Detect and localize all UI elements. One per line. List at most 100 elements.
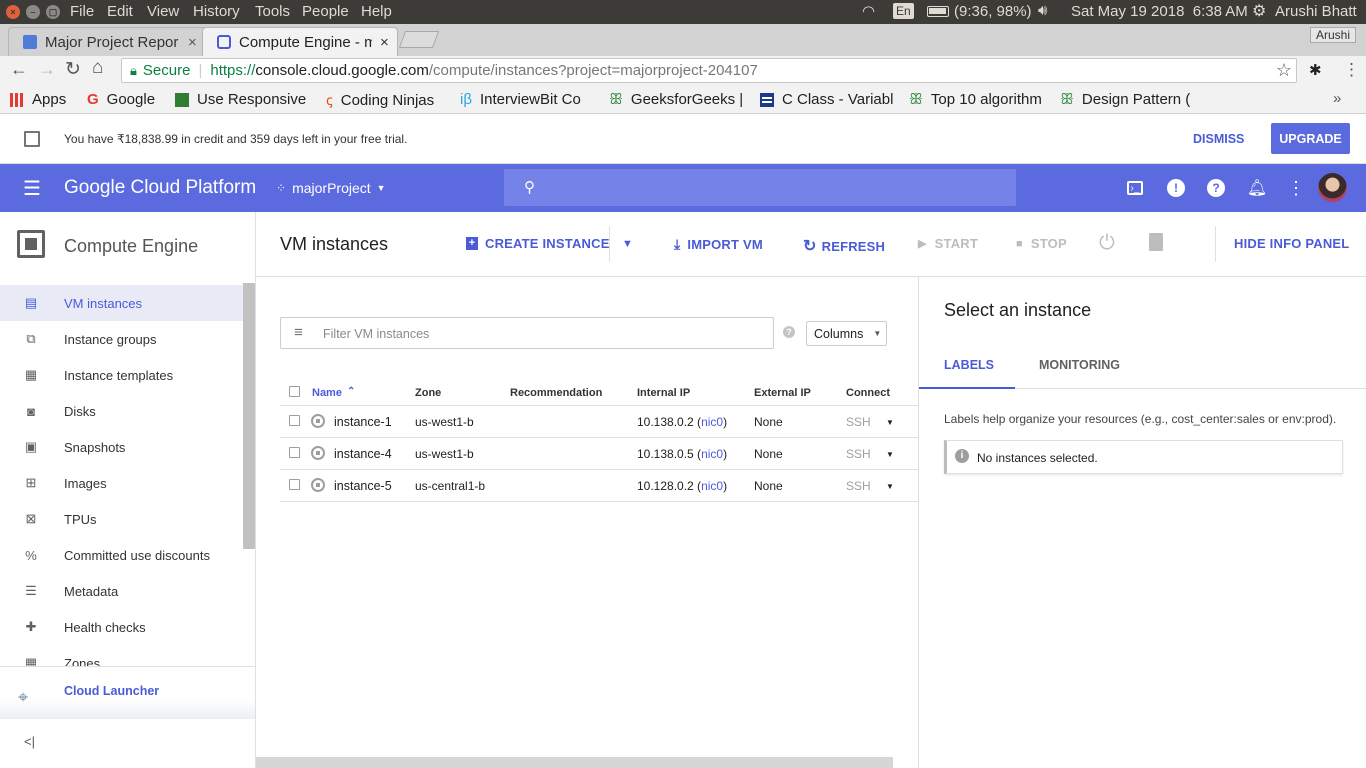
reset-power-icon[interactable]: ⏻ [1099, 232, 1115, 255]
instance-name[interactable]: instance-4 [334, 447, 392, 461]
tab-close-icon[interactable]: × [188, 34, 197, 51]
sidebar-item-committed-use-discounts[interactable]: % Committed use discounts [0, 537, 243, 573]
column-connect[interactable]: Connect [846, 387, 890, 399]
gcp-brand[interactable]: Google Cloud Platform [64, 177, 256, 199]
profile-button[interactable]: Arushi [1310, 27, 1357, 43]
upgrade-button[interactable]: UPGRADE [1271, 123, 1350, 154]
sidebar-item-vm-instances[interactable]: ▤ VM instances [0, 285, 243, 321]
bookmark-coding-ninjas[interactable]: ꞔ Coding Ninjas [326, 91, 434, 110]
collapse-sidebar-icon[interactable]: <| [24, 734, 35, 749]
column-name[interactable]: Name [312, 387, 342, 399]
dismiss-button[interactable]: DISMISS [1193, 132, 1244, 146]
ssh-button[interactable]: SSH [846, 447, 871, 461]
menu-people[interactable]: People [302, 3, 349, 20]
sidebar-item-health-checks[interactable]: ✚ Health checks [0, 609, 243, 645]
bookmark-c-class[interactable]: C Class - Variabl [760, 91, 897, 108]
row-checkbox[interactable] [289, 415, 300, 426]
instance-name[interactable]: instance-5 [334, 479, 392, 493]
table-row[interactable]: instance-5 us-central1-b 10.128.0.2 (nic… [280, 470, 918, 502]
menu-view[interactable]: View [147, 3, 179, 20]
nic-link[interactable]: nic0 [701, 447, 723, 461]
battery-icon[interactable] [927, 6, 949, 17]
new-tab-button[interactable] [398, 31, 440, 48]
feedback-icon[interactable]: ! [1167, 179, 1185, 197]
browser-menu-icon[interactable]: ⋮ [1343, 60, 1360, 80]
row-checkbox[interactable] [289, 447, 300, 458]
column-zone[interactable]: Zone [415, 387, 441, 399]
delete-trash-icon[interactable] [1149, 233, 1163, 251]
refresh-button[interactable]: ↻ REFRESH [803, 236, 885, 256]
menu-history[interactable]: History [193, 3, 240, 20]
bookmark-star-icon[interactable]: ☆ [1276, 60, 1292, 81]
menu-help[interactable]: Help [361, 3, 392, 20]
ssh-button[interactable]: SSH [846, 479, 871, 493]
tab-monitoring[interactable]: MONITORING [1039, 358, 1120, 372]
ssh-dropdown-icon[interactable]: ▼ [886, 482, 894, 491]
forward-arrow-icon[interactable]: → [38, 59, 56, 80]
more-bookmarks-icon[interactable]: » [1333, 90, 1341, 107]
ssh-button[interactable]: SSH [846, 415, 871, 429]
cloud-launcher-panel[interactable]: ⌖ Cloud Launcher [0, 666, 255, 719]
stop-button[interactable]: ■ STOP [1016, 236, 1067, 251]
sidebar-scrollbar[interactable] [243, 283, 255, 549]
ssh-dropdown-icon[interactable]: ▼ [886, 450, 894, 459]
extension-icon[interactable]: ✱ [1309, 61, 1322, 79]
sidebar-item-instance-groups[interactable]: ⧉ Instance groups [0, 321, 243, 357]
sort-ascending-icon[interactable]: ⌃ [347, 386, 355, 397]
bookmark-design-pattern[interactable]: ꕥ Design Pattern ( [1060, 91, 1198, 108]
ssh-dropdown-icon[interactable]: ▼ [886, 418, 894, 427]
os-user-name[interactable]: Arushi Bhatt [1275, 3, 1357, 20]
back-arrow-icon[interactable]: ← [10, 59, 28, 80]
minimize-window-icon[interactable]: – [26, 5, 40, 19]
close-window-icon[interactable]: × [6, 5, 20, 19]
tab-compute-engine[interactable]: Compute Engine - m × [202, 27, 398, 56]
home-icon[interactable]: ⌂ [92, 57, 103, 79]
search-bar[interactable]: ⚲ [504, 169, 1016, 206]
instance-name[interactable]: instance-1 [334, 415, 392, 429]
hide-info-panel-button[interactable]: HIDE INFO PANEL [1234, 236, 1349, 251]
project-selector[interactable]: ⁘ majorProject ▼ [276, 180, 386, 196]
column-recommendation[interactable]: Recommendation [510, 387, 602, 399]
create-instance-button[interactable]: + CREATE INSTANCE [466, 236, 610, 251]
more-options-icon[interactable]: ⋮ [1286, 178, 1306, 198]
cloud-shell-icon[interactable]: ›_ [1127, 181, 1143, 195]
tab-major-project[interactable]: Major Project Repor × [8, 27, 208, 56]
wifi-icon[interactable]: ◠ [862, 2, 875, 20]
bookmark-google[interactable]: G Google [87, 91, 155, 108]
nic-link[interactable]: nic0 [701, 415, 723, 429]
sidebar-item-instance-templates[interactable]: ▦ Instance templates [0, 357, 243, 393]
column-external-ip[interactable]: External IP [754, 387, 811, 399]
menu-edit[interactable]: Edit [107, 3, 133, 20]
import-vm-button[interactable]: ⤓ IMPORT VM [674, 236, 763, 253]
bookmark-use-responsive[interactable]: Use Responsive [175, 91, 310, 108]
column-internal-ip[interactable]: Internal IP [637, 387, 690, 399]
create-instance-dropdown-icon[interactable]: ▼ [622, 238, 633, 250]
sidebar-item-metadata[interactable]: ☰ Metadata [0, 573, 243, 609]
table-row[interactable]: instance-4 us-west1-b 10.138.0.5 (nic0) … [280, 438, 918, 470]
table-row[interactable]: instance-1 us-west1-b 10.138.0.2 (nic0) … [280, 406, 918, 438]
horizontal-scrollbar[interactable] [256, 757, 893, 768]
reload-icon[interactable]: ↻ [65, 58, 81, 81]
tab-labels[interactable]: LABELS [919, 341, 1015, 389]
bookmark-interviewbit[interactable]: iβ InterviewBit Co [460, 91, 597, 108]
notifications-bell-icon[interactable]: 🔔︎ [1247, 178, 1267, 198]
language-indicator[interactable]: En [893, 3, 914, 19]
row-checkbox[interactable] [289, 479, 300, 490]
nic-link[interactable]: nic0 [701, 479, 723, 493]
filter-input[interactable]: ≡ Filter VM instances [280, 317, 774, 349]
volume-icon[interactable]: 🔊︎ [1038, 2, 1047, 19]
start-button[interactable]: ▶ START [918, 236, 978, 251]
columns-button[interactable]: Columns ▼ [806, 321, 887, 346]
filter-help-icon[interactable]: ? [783, 326, 795, 338]
menu-file[interactable]: File [70, 3, 94, 20]
sidebar-item-tpus[interactable]: ⊠ TPUs [0, 501, 243, 537]
menu-tools[interactable]: Tools [255, 3, 290, 20]
sidebar-item-disks[interactable]: ◙ Disks [0, 393, 243, 429]
sidebar-item-snapshots[interactable]: ▣ Snapshots [0, 429, 243, 465]
url-bar[interactable]: 🔒︎ Secure | https:// console.cloud.googl… [121, 58, 1297, 83]
hamburger-menu-icon[interactable]: ☰ [22, 178, 42, 200]
sidebar-item-images[interactable]: ⊞ Images [0, 465, 243, 501]
settings-gear-icon[interactable]: ⚙ [1252, 1, 1266, 21]
maximize-window-icon[interactable]: ▢ [46, 5, 60, 19]
help-icon[interactable]: ? [1207, 179, 1225, 197]
